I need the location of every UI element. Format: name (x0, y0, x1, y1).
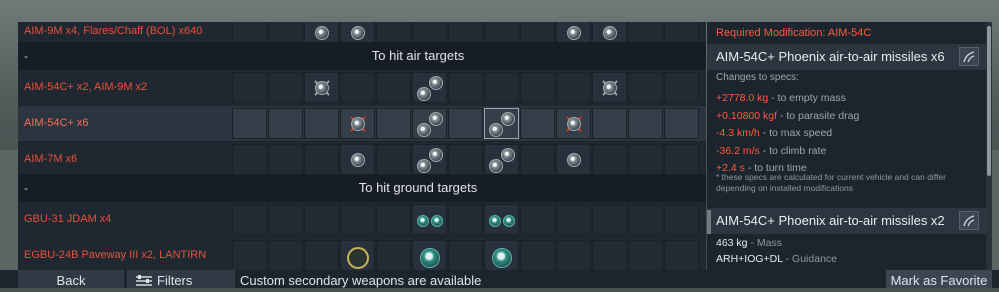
weapon-card-header: AIM-54C+ Phoenix air-to-air missiles x2 (707, 208, 987, 234)
row-label: AIM-54C+ x2, AIM-9M x2 (24, 81, 148, 93)
missile-icon (501, 112, 515, 126)
bomb-icon (489, 215, 501, 227)
background-deck-left (0, 150, 20, 288)
missile-icon (501, 148, 515, 162)
separator-dash: - (24, 49, 28, 63)
bomb-icon (420, 248, 440, 268)
specs-note: * these specs are calculated for current… (716, 172, 946, 193)
pylon-slot[interactable] (412, 204, 447, 235)
category-title: To hit ground targets (358, 180, 478, 195)
table-row[interactable]: EGBU-24B Paveway III x2, LANTIRN (18, 238, 706, 270)
row-label: AIM-7M x6 (24, 153, 78, 165)
missile-icon (315, 81, 329, 95)
changes-label: Changes to specs: (716, 72, 799, 83)
property-line: 463 kg - Mass (716, 237, 782, 249)
pylon-slot[interactable] (340, 144, 375, 175)
missile-icon (489, 159, 503, 173)
graph-button[interactable] (959, 47, 979, 66)
missile-icon (351, 26, 365, 40)
table-row[interactable]: AIM-7M x6 (18, 142, 706, 177)
missile-icon (489, 123, 503, 137)
graph-icon (963, 51, 975, 63)
pylon-slot[interactable] (340, 108, 375, 139)
missile-icon (567, 117, 581, 131)
category-title: To hit air targets (371, 48, 465, 63)
pylon-slot[interactable] (412, 240, 447, 270)
missile-icon (429, 112, 443, 126)
pylon-slot[interactable] (556, 144, 591, 175)
required-modification: Required Modification: AIM-54C (716, 27, 872, 39)
missile-icon (603, 26, 617, 40)
missile-icon (351, 117, 365, 131)
table-row[interactable]: AIM-54C+ x2, AIM-9M x2 (18, 70, 706, 105)
missile-icon (417, 159, 431, 173)
weapon-card-title: AIM-54C+ Phoenix air-to-air missiles x6 (716, 49, 945, 64)
bomb-icon (431, 215, 443, 227)
missile-icon (603, 81, 617, 95)
targeting-pod-icon (347, 247, 369, 269)
card-scroll-indicator (707, 210, 711, 234)
bomb-icon (417, 215, 429, 227)
spec-line: +0.10800 kgf - to parasite drag (716, 110, 860, 122)
pylon-slot[interactable] (412, 108, 447, 139)
row-label: AIM-54C+ x6 (24, 117, 89, 129)
bomb-icon (503, 215, 515, 227)
pylon-slot[interactable] (412, 72, 447, 103)
row-label: GBU-31 JDAM x4 (24, 213, 112, 225)
bomb-icon (492, 248, 512, 268)
pylon-slot[interactable] (484, 240, 519, 270)
filters-label: Filters (157, 273, 193, 288)
graph-icon (963, 215, 975, 227)
weapon-info-panel: Required Modification: AIM-54C AIM-54C+ … (707, 22, 987, 288)
loadout-table: AIM-9M x4, Flares/Chaff (BOL) x640 - To … (18, 22, 706, 270)
category-separator: - To hit ground targets (18, 174, 706, 202)
pylon-slot[interactable] (592, 72, 627, 103)
missile-icon (429, 76, 443, 90)
property-line: ARH+IOG+DL - Guidance (716, 253, 837, 265)
mark-favorite-button[interactable]: Mark as Favorite (886, 270, 992, 288)
pylon-slot[interactable] (556, 108, 591, 139)
weapon-card-title: AIM-54C+ Phoenix air-to-air missiles x2 (716, 213, 945, 228)
pylon-slot[interactable] (412, 144, 447, 175)
separator-dash: - (24, 181, 28, 195)
spec-line: +2778.0 kg - to empty mass (716, 92, 846, 104)
row-label: EGBU-24B Paveway III x2, LANTIRN (24, 249, 207, 261)
missile-icon (315, 26, 329, 40)
pylon-slot[interactable] (484, 108, 519, 139)
table-row-selected[interactable]: AIM-54C+ x6 (18, 106, 706, 141)
weapon-card-header: AIM-54C+ Phoenix air-to-air missiles x6 (707, 44, 987, 70)
graph-button[interactable] (959, 211, 979, 230)
pylon-slot[interactable] (304, 72, 339, 103)
missile-icon (417, 123, 431, 137)
pylon-slot[interactable] (484, 204, 519, 235)
table-row[interactable]: GBU-31 JDAM x4 (18, 202, 706, 237)
status-text: Custom secondary weapons are available (240, 273, 482, 288)
pylon-slot[interactable] (340, 240, 375, 270)
pylon-slot[interactable] (484, 144, 519, 175)
missile-icon (429, 148, 443, 162)
missile-icon (567, 153, 581, 167)
spec-line: -4.3 km/h - to max speed (716, 127, 833, 139)
filters-button[interactable]: Filters (127, 270, 235, 288)
panel-scroll-thumb[interactable] (987, 26, 991, 176)
category-separator: - To hit air targets (18, 42, 706, 70)
missile-icon (351, 153, 365, 167)
spec-line: -36.2 m/s - to climb rate (716, 145, 827, 157)
missile-icon (567, 26, 581, 40)
filters-icon (136, 275, 152, 286)
back-button[interactable]: Back (18, 270, 124, 288)
missile-icon (417, 87, 431, 101)
